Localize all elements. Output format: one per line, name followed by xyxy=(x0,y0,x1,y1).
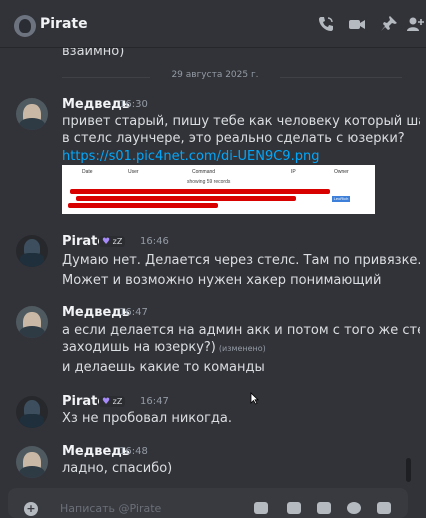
avatar[interactable] xyxy=(16,306,48,338)
avatar[interactable] xyxy=(16,396,48,428)
page-title[interactable]: Pirate xyxy=(40,16,88,32)
emoji-icon[interactable] xyxy=(347,502,361,514)
embed-col-header: IP xyxy=(291,169,296,175)
avatar[interactable] xyxy=(16,98,48,130)
message-text: ладно, спасибо) xyxy=(62,461,173,476)
message-text: Может и возможно нужен хакер понимающий xyxy=(62,273,382,288)
message-text: заходишь на юзерку?) (изменено) xyxy=(62,340,266,355)
status-badge[interactable]: ♥ zZ xyxy=(99,396,126,407)
message-text: а если делается на админ акк и потом с т… xyxy=(62,323,420,338)
message-text: в стелс лаунчере, это реально сделать с … xyxy=(62,131,405,146)
message-text: привет старый, пишу тебе как человеку ко… xyxy=(62,114,420,129)
status-badge[interactable]: ♥ zZ xyxy=(99,236,126,247)
embed-col-header: User xyxy=(128,169,139,175)
embed-col-header: Command xyxy=(192,169,216,175)
scrollbar[interactable] xyxy=(406,458,411,482)
message-input[interactable]: Написать @Pirate xyxy=(60,502,161,515)
sticker-icon[interactable] xyxy=(317,502,331,514)
gif-icon[interactable] xyxy=(287,502,301,514)
redaction-mark xyxy=(68,203,218,208)
avatar[interactable] xyxy=(16,235,48,267)
edited-label: (изменено) xyxy=(218,344,266,353)
message-timestamp: 16:47 xyxy=(140,396,169,407)
message-timestamp: 16:30 xyxy=(119,99,148,110)
add-friends-icon[interactable] xyxy=(406,15,424,33)
embed-col-header: Date xyxy=(82,169,93,175)
redaction-mark xyxy=(76,196,296,201)
message-text: и делаешь какие то команды xyxy=(62,360,265,375)
redaction-mark xyxy=(70,189,330,194)
mouse-cursor-icon xyxy=(250,392,259,405)
message-list[interactable]: взаимно) 29 августа 2025 г. Медведь 16:3… xyxy=(0,48,420,482)
message-composer[interactable]: + Написать @Pirate xyxy=(8,488,408,518)
video-call-icon[interactable] xyxy=(348,15,366,33)
heart-icon: ♥ xyxy=(102,237,111,247)
channel-header: Pirate xyxy=(0,0,426,48)
message-link[interactable]: https://s01.pic4net.com/di-UEN9C9.png xyxy=(62,149,319,164)
phone-icon[interactable] xyxy=(317,15,335,33)
message-timestamp: 16:47 xyxy=(119,307,148,318)
embed-caption: showing 59 records xyxy=(187,179,231,185)
gift-icon[interactable] xyxy=(254,502,268,514)
apps-icon[interactable] xyxy=(377,502,391,514)
avatar[interactable] xyxy=(16,446,48,478)
pin-icon[interactable] xyxy=(380,15,398,33)
message-text: Думаю нет. Делается через стелс. Там по … xyxy=(62,253,420,268)
date-divider: 29 августа 2025 г. xyxy=(150,70,280,80)
embed-col-header: Owner xyxy=(334,169,349,175)
message-timestamp: 16:48 xyxy=(119,446,148,457)
heart-icon: ♥ xyxy=(102,397,111,407)
message-timestamp: 16:46 xyxy=(140,236,169,247)
attach-plus-icon[interactable]: + xyxy=(24,502,38,516)
prev-message-text: взаимно) xyxy=(62,48,125,59)
message-text: Хз не пробовал никогда. xyxy=(62,411,232,426)
embed-owner-cell: LeoRich xyxy=(332,196,350,202)
header-avatar[interactable] xyxy=(14,15,36,37)
embedded-image[interactable]: Date User Command IP Owner showing 59 re… xyxy=(62,165,375,214)
